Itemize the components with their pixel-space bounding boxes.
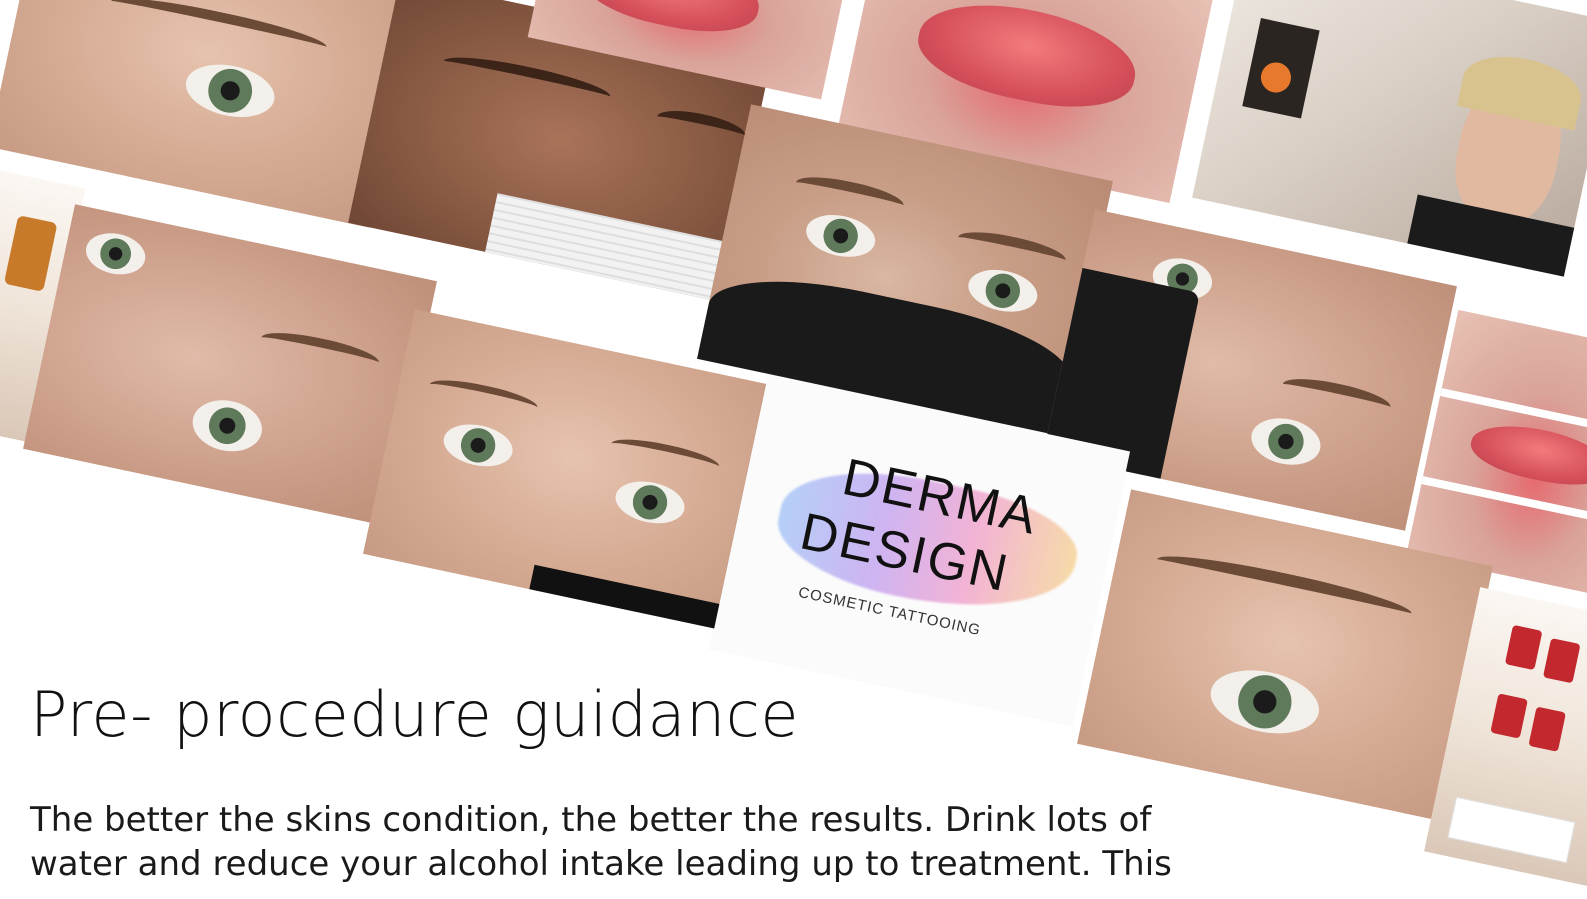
salon-selfie-photo <box>1192 0 1587 277</box>
body-paragraph: The better the skins condition, the bett… <box>30 800 1172 884</box>
brow-side-photo <box>23 204 437 526</box>
page-title: Pre- procedure guidance <box>30 678 800 751</box>
gallery-collage: DERMA DESIGN COSMETIC TATTOOING <box>0 0 1587 899</box>
